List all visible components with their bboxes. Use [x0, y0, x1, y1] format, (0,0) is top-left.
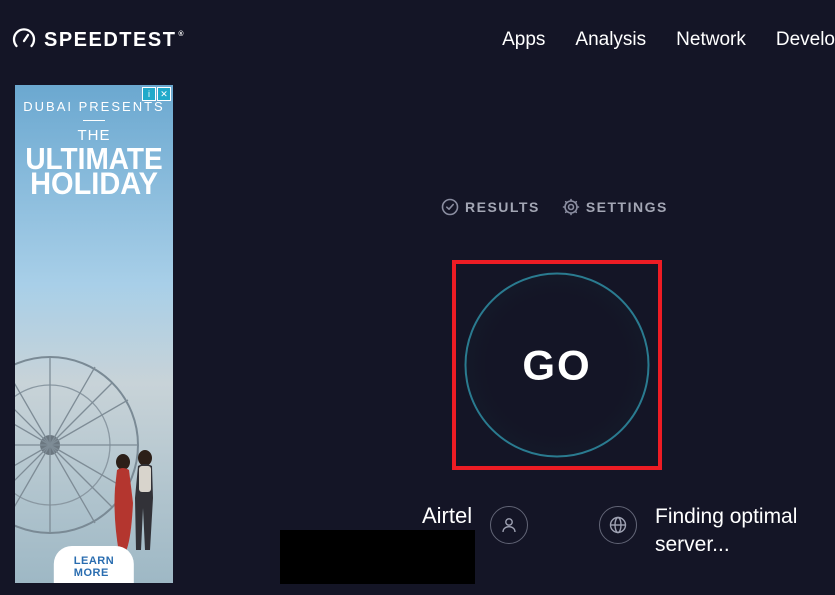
user-icon: [499, 515, 519, 535]
server-icon-circle[interactable]: [599, 506, 637, 544]
nav-network[interactable]: Network: [676, 29, 746, 51]
server-status-text: Finding optimal server...: [655, 503, 835, 560]
main-nav: Apps Analysis Network Develo: [502, 29, 835, 51]
nav-apps[interactable]: Apps: [502, 29, 545, 51]
ad-divider: [83, 120, 105, 121]
ad-headline-line3: HOLIDAY: [15, 170, 173, 200]
ad-info-icon[interactable]: i: [142, 87, 156, 101]
isp-group: Airtel: [422, 503, 472, 533]
nav-analysis[interactable]: Analysis: [575, 29, 646, 51]
brand-name: SPEEDTEST: [44, 29, 183, 52]
connection-info: Airtel Finding optimal server...: [422, 503, 835, 560]
page-header: SPEEDTEST Apps Analysis Network Develo: [0, 0, 835, 80]
tool-strip: RESULTS SETTINGS: [441, 198, 668, 216]
ad-badge: i ✕: [142, 87, 171, 101]
isp-name: Airtel: [422, 503, 472, 529]
check-circle-icon: [441, 198, 459, 216]
ad-cta-button[interactable]: LEARN MORE: [54, 546, 134, 583]
go-label: GO: [522, 341, 591, 389]
settings-button[interactable]: SETTINGS: [562, 198, 668, 216]
settings-label: SETTINGS: [586, 199, 668, 215]
couple-image: [105, 448, 165, 558]
gear-icon: [562, 198, 580, 216]
ad-banner[interactable]: i ✕ DUBAI PRESENTS THE ULTIMATE HOLIDAY: [15, 85, 173, 583]
logo[interactable]: SPEEDTEST: [12, 28, 183, 52]
results-label: RESULTS: [465, 199, 540, 215]
ad-close-icon[interactable]: ✕: [157, 87, 171, 101]
results-button[interactable]: RESULTS: [441, 198, 540, 216]
nav-developers[interactable]: Develo: [776, 29, 835, 51]
speedtest-logo-icon: [12, 28, 36, 52]
go-highlight-box: GO: [452, 260, 662, 470]
go-button[interactable]: GO: [465, 273, 650, 458]
user-icon-circle[interactable]: [490, 506, 528, 544]
globe-icon: [608, 515, 628, 535]
